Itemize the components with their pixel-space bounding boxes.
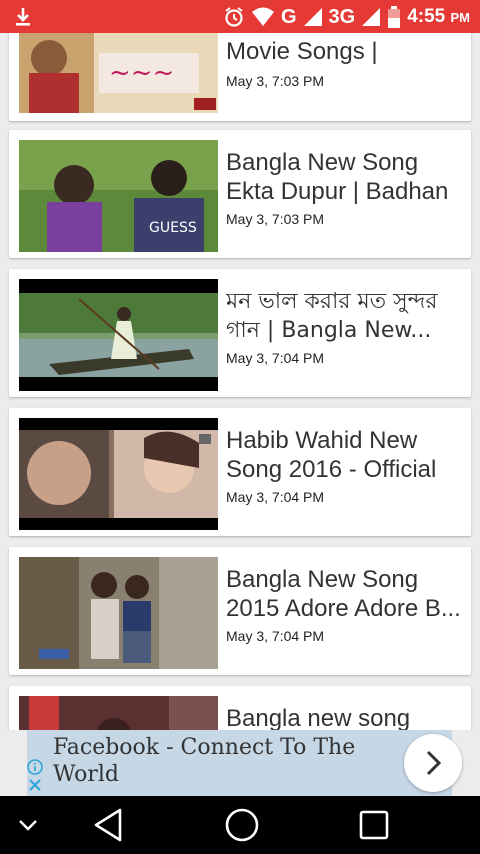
chevron-right-icon (426, 750, 442, 776)
video-title[interactable]: Habib Wahid New Song 2016 - Official |..… (226, 426, 464, 484)
status-bar: G 3G 4:55 PM (0, 0, 480, 33)
info-icon[interactable] (27, 759, 43, 775)
video-thumbnail[interactable] (19, 696, 218, 730)
ad-banner[interactable]: Facebook - Connect To The World (0, 730, 480, 796)
video-date: May 3, 7:04 PM (226, 489, 325, 505)
clock-time: 4:55 (407, 6, 446, 27)
wifi-icon (251, 7, 274, 26)
home-button[interactable] (214, 796, 270, 854)
video-list[interactable]: ~~~ Movie Songs | Audio... May 3, 7:03 P… (0, 33, 480, 730)
close-icon[interactable] (27, 777, 43, 793)
video-date: May 3, 7:04 PM (226, 350, 325, 366)
video-thumbnail[interactable] (19, 279, 218, 391)
video-date: May 3, 7:03 PM (226, 211, 325, 227)
video-title[interactable]: Movie Songs | Audio... (226, 37, 464, 67)
video-card[interactable]: Bangla new song (9, 686, 471, 730)
signal-icon (303, 8, 322, 26)
svg-text:~~~: ~~~ (109, 58, 174, 88)
network-type-label: G (280, 5, 297, 28)
back-button[interactable] (80, 796, 136, 854)
video-title[interactable]: Bangla new song (226, 704, 464, 730)
battery-icon (388, 6, 401, 28)
video-thumbnail[interactable]: ~~~ (19, 33, 218, 113)
clock-ampm: PM (450, 10, 471, 25)
ad-content[interactable]: Facebook - Connect To The World (27, 730, 462, 796)
home-icon (225, 808, 259, 842)
ad-open-button[interactable] (404, 734, 462, 792)
clock: 4:55 PM (407, 6, 470, 28)
video-card[interactable]: Habib Wahid New Song 2016 - Official |..… (9, 408, 471, 536)
ad-text[interactable]: Facebook - Connect To The World (53, 734, 373, 788)
video-thumbnail[interactable] (19, 418, 218, 530)
download-icon (16, 8, 30, 26)
video-card[interactable]: ~~~ Movie Songs | Audio... May 3, 7:03 P… (9, 33, 471, 121)
navigation-bar (0, 796, 480, 854)
alarm-icon (225, 7, 243, 27)
hide-navbar-button[interactable] (8, 796, 48, 854)
video-title[interactable]: Bangla New Song 2015 Adore Adore B... (226, 565, 464, 623)
video-title[interactable]: Bangla New Song Ekta Dupur | Badhan ... (226, 148, 464, 206)
video-card[interactable]: GUESS Bangla New Song Ekta Dupur | Badha… (9, 130, 471, 258)
video-card[interactable]: Bangla New Song 2015 Adore Adore B... Ma… (9, 547, 471, 675)
back-icon (94, 808, 122, 842)
video-thumbnail[interactable] (19, 557, 218, 669)
network-type-label-2: 3G (328, 5, 356, 28)
chevron-down-icon (19, 820, 37, 831)
video-title[interactable]: মন ভাল করার মত সুন্দর গান | Bangla New..… (226, 287, 464, 345)
signal-icon (362, 8, 381, 26)
video-card[interactable]: মন ভাল করার মত সুন্দর গান | Bangla New..… (9, 269, 471, 397)
video-date: May 3, 7:03 PM (226, 73, 325, 89)
recents-icon (359, 810, 389, 840)
video-date: May 3, 7:04 PM (226, 628, 325, 644)
svg-text:GUESS: GUESS (149, 220, 197, 236)
video-thumbnail[interactable]: GUESS (19, 140, 218, 252)
recents-button[interactable] (346, 796, 402, 854)
